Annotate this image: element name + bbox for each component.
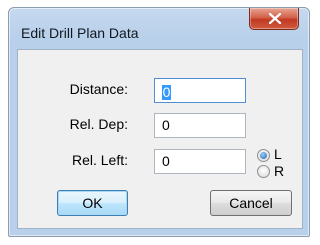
cancel-button[interactable]: Cancel: [210, 190, 292, 216]
rel-left-input[interactable]: 0: [154, 149, 246, 174]
distance-label: Distance:: [69, 81, 128, 97]
dialog-window: Edit Drill Plan Data Distance: 0 Rel. De…: [8, 7, 310, 237]
radio-right-label: R: [274, 163, 285, 179]
distance-input[interactable]: 0: [154, 78, 246, 103]
dialog-body: Distance: 0 Rel. Dep: 0 Rel. Left: 0 L R…: [17, 49, 303, 229]
rel-dep-input[interactable]: 0: [154, 113, 246, 138]
window-title: Edit Drill Plan Data: [21, 25, 139, 41]
close-x-icon: [268, 13, 282, 24]
distance-value: 0: [162, 84, 171, 100]
radio-selected-dot: [260, 152, 267, 159]
ok-button[interactable]: OK: [57, 190, 128, 216]
rel-left-label: Rel. Left:: [71, 152, 128, 168]
radio-right[interactable]: [257, 165, 270, 178]
radio-left[interactable]: [257, 149, 270, 162]
rel-dep-label: Rel. Dep:: [69, 116, 128, 132]
close-button[interactable]: [249, 8, 299, 30]
radio-left-label: L: [274, 146, 282, 162]
